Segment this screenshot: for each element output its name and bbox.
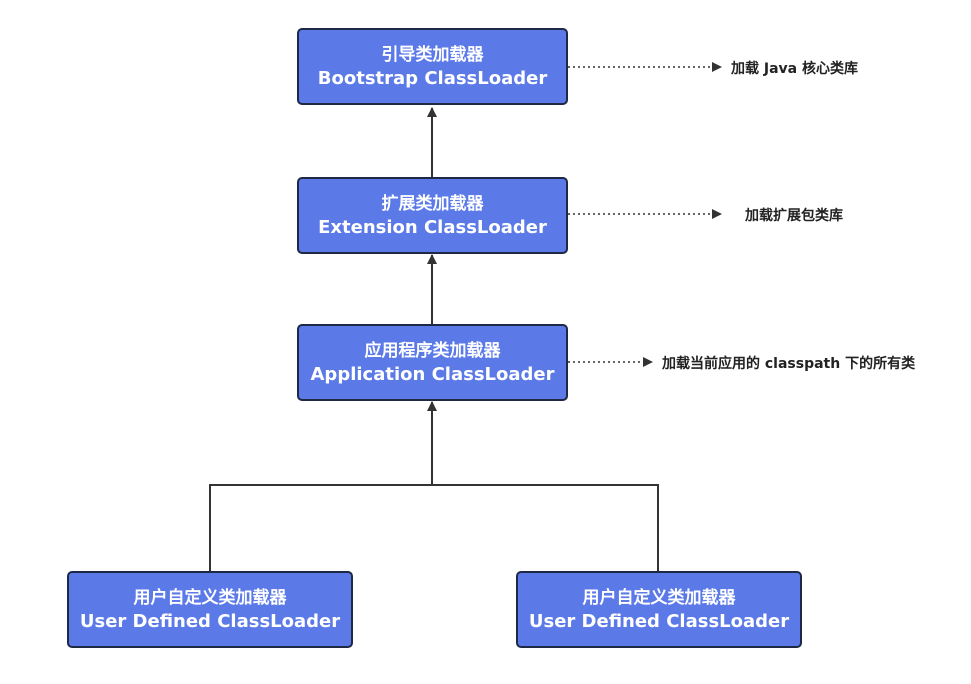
extension-title-en: Extension ClassLoader xyxy=(318,216,547,238)
bootstrap-classloader-box: 引导类加载器 Bootstrap ClassLoader xyxy=(297,28,568,105)
user1-connector xyxy=(209,484,432,571)
application-title-zh: 应用程序类加载器 xyxy=(364,340,501,361)
application-classloader-box: 应用程序类加载器 Application ClassLoader xyxy=(297,324,568,401)
user1-title-en: User Defined ClassLoader xyxy=(79,610,341,632)
application-title-en: Application ClassLoader xyxy=(310,363,555,385)
user-defined-classloader-box-2: 用户自定义类加载器 User Defined ClassLoader xyxy=(516,571,802,648)
user1-title-zh: 用户自定义类加载器 xyxy=(133,587,287,608)
extension-note: 加载扩展包类库 xyxy=(745,208,843,224)
user2-connector xyxy=(432,484,659,571)
bootstrap-title-zh: 引导类加载器 xyxy=(381,44,484,65)
bootstrap-note: 加载 Java 核心类库 xyxy=(731,61,858,77)
user2-title-en: User Defined ClassLoader xyxy=(528,610,790,632)
user-defined-classloader-box-1: 用户自定义类加载器 User Defined ClassLoader xyxy=(67,571,353,648)
extension-classloader-box: 扩展类加载器 Extension ClassLoader xyxy=(297,177,568,254)
application-note: 加载当前应用的 classpath 下的所有类 xyxy=(662,356,916,372)
bootstrap-title-en: Bootstrap ClassLoader xyxy=(317,67,548,89)
extension-title-zh: 扩展类加载器 xyxy=(381,193,484,214)
user2-title-zh: 用户自定义类加载器 xyxy=(582,587,736,608)
